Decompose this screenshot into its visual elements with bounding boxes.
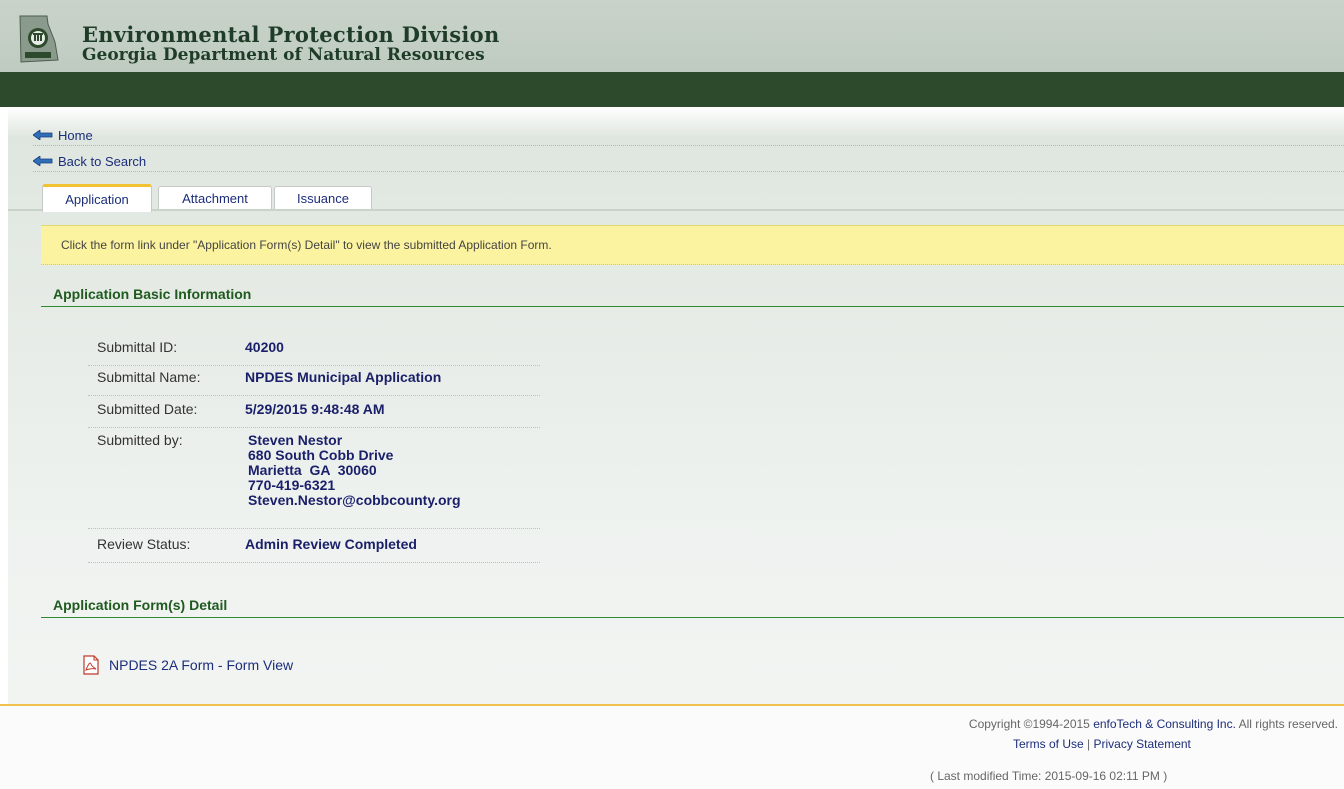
georgia-seal-logo (19, 15, 59, 63)
tab-issuance[interactable]: Issuance (274, 186, 372, 209)
submitter-city: Marietta GA 30060 (248, 462, 377, 478)
agency-title: Environmental Protection Division (82, 22, 500, 47)
instruction-notice: Click the form link under "Application F… (41, 225, 1344, 265)
main-content: Home Back to Search Application Attachme… (8, 107, 1344, 704)
company-link[interactable]: enfoTech & Consulting Inc. (1093, 717, 1236, 731)
forms-detail-heading: Application Form(s) Detail (41, 594, 1344, 618)
header-bar (0, 72, 1344, 107)
home-link-label: Home (58, 127, 93, 143)
submittal-name-label: Submittal Name: (97, 369, 201, 385)
submittal-name-value: NPDES Municipal Application (245, 369, 442, 385)
terms-of-use-link[interactable]: Terms of Use (1013, 737, 1084, 751)
back-to-search-link[interactable]: Back to Search (33, 151, 1344, 172)
back-arrow-icon (33, 156, 53, 166)
submitter-name: Steven Nestor (248, 432, 343, 448)
submitted-by-label: Submitted by: (97, 432, 183, 448)
last-modified-text: ( Last modified Time: 2015-09-16 02:11 P… (930, 769, 1168, 783)
pdf-icon (83, 655, 99, 675)
agency-subtitle: Georgia Department of Natural Resources (82, 45, 485, 65)
review-status-label: Review Status: (97, 536, 191, 552)
back-to-search-label: Back to Search (58, 153, 147, 169)
submitter-contact: Steven Nestor 680 South Cobb Drive Marie… (248, 433, 461, 508)
basic-info-heading: Application Basic Information (41, 283, 1344, 307)
privacy-statement-link[interactable]: Privacy Statement (1094, 737, 1191, 751)
copyright-suffix: All rights reserved. (1235, 717, 1338, 731)
review-status-value: Admin Review Completed (245, 536, 417, 552)
submitter-email: Steven.Nestor@cobbcounty.org (248, 492, 461, 508)
footer-links: Terms of Use | Privacy Statement (1013, 737, 1191, 751)
submittal-name-row: Submittal Name: NPDES Municipal Applicat… (88, 369, 540, 396)
site-header: Environmental Protection Division Georgi… (0, 0, 1344, 72)
site-footer: Copyright ©1994-2015 enfoTech & Consulti… (0, 706, 1344, 789)
tab-bar: Application Attachment Issuance (8, 182, 1344, 212)
submittal-id-value: 40200 (245, 339, 284, 355)
submitted-date-row: Submitted Date: 5/29/2015 9:48:48 AM (88, 401, 540, 428)
npdes-2a-form-label: NPDES 2A Form - Form View (109, 657, 294, 673)
submitted-date-label: Submitted Date: (97, 401, 198, 417)
submittal-id-label: Submittal ID: (97, 339, 178, 355)
submittal-id-row: Submittal ID: 40200 (88, 339, 540, 366)
submitter-street: 680 South Cobb Drive (248, 447, 394, 463)
submitter-phone: 770-419-6321 (248, 477, 336, 493)
tab-application[interactable]: Application (42, 184, 152, 212)
copyright-prefix: Copyright ©1994-2015 (968, 717, 1094, 731)
npdes-2a-form-link[interactable]: NPDES 2A Form - Form View (81, 655, 293, 675)
submitted-date-value: 5/29/2015 9:48:48 AM (245, 401, 385, 417)
submitted-by-row: Submitted by: Steven Nestor 680 South Co… (88, 432, 540, 529)
home-link[interactable]: Home (33, 125, 1344, 146)
review-status-row: Review Status: Admin Review Completed (88, 536, 540, 563)
tab-attachment[interactable]: Attachment (158, 186, 272, 209)
back-arrow-icon (33, 130, 53, 140)
footer-separator: | (1087, 737, 1091, 751)
copyright-text: Copyright ©1994-2015 enfoTech & Consulti… (969, 717, 1338, 731)
